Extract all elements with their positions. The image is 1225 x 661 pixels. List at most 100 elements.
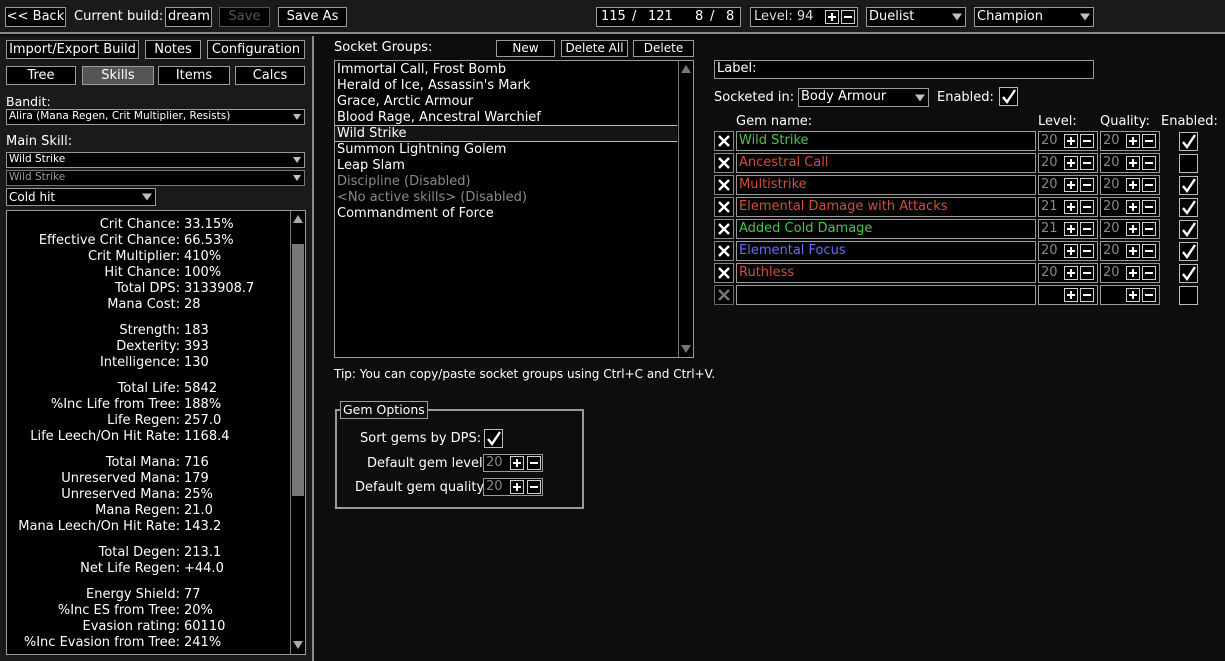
list-item[interactable]: Herald of Ice, Assassin's Mark — [337, 78, 530, 94]
ascendancy-dropdown[interactable]: Champion — [974, 7, 1094, 27]
remove-gem-icon[interactable] — [714, 219, 734, 239]
remove-gem-icon[interactable] — [714, 131, 734, 151]
new-gem-quality-minus-icon[interactable] — [1142, 288, 1156, 302]
gem-quality-minus-icon[interactable] — [1142, 134, 1156, 148]
list-item-disabled[interactable]: Discipline (Disabled) — [337, 174, 471, 190]
new-gem-enabled-checkbox[interactable] — [1179, 286, 1198, 305]
default-level-minus-icon[interactable] — [527, 456, 541, 470]
gem-quality-plus-icon[interactable] — [1126, 222, 1140, 236]
gem-name-input[interactable]: Ruthless — [736, 263, 1036, 283]
new-gem-name-input[interactable] — [736, 285, 1036, 305]
tab-skills[interactable]: Skills — [82, 66, 154, 85]
gem-level-minus-icon[interactable] — [1080, 156, 1094, 170]
level-minus-icon[interactable] — [841, 10, 855, 24]
new-gem-level-minus-icon[interactable] — [1080, 288, 1094, 302]
gem-quality-plus-icon[interactable] — [1126, 178, 1140, 192]
class-dropdown[interactable]: Duelist — [866, 7, 966, 27]
gem-quality-plus-icon[interactable] — [1126, 156, 1140, 170]
scroll-up-icon[interactable] — [293, 215, 303, 223]
remove-gem-icon[interactable] — [714, 285, 734, 305]
stats-scrollbar[interactable] — [290, 211, 305, 654]
list-item[interactable]: Summon Lightning Golem — [337, 142, 506, 158]
new-gem-quality-plus-icon[interactable] — [1126, 288, 1140, 302]
remove-gem-icon[interactable] — [714, 241, 734, 261]
scroll-thumb[interactable] — [292, 244, 304, 496]
sort-gems-checkbox[interactable] — [484, 429, 503, 448]
new-gem-level-plus-icon[interactable] — [1064, 288, 1078, 302]
gem-quality-plus-icon[interactable] — [1126, 200, 1140, 214]
tab-items[interactable]: Items — [158, 66, 230, 85]
sub-skill-dropdown[interactable]: Wild Strike — [6, 170, 305, 186]
gem-enabled-checkbox[interactable] — [1179, 264, 1198, 283]
gem-level-plus-icon[interactable] — [1064, 244, 1078, 258]
list-item[interactable]: Leap Slam — [337, 158, 405, 174]
gem-quality-minus-icon[interactable] — [1142, 178, 1156, 192]
back-button[interactable]: << Back — [5, 7, 66, 27]
gem-level-plus-icon[interactable] — [1064, 134, 1078, 148]
list-item[interactable]: Commandment of Force — [337, 206, 494, 222]
default-quality-minus-icon[interactable] — [527, 480, 541, 494]
remove-gem-icon[interactable] — [714, 263, 734, 283]
gem-enabled-checkbox[interactable] — [1179, 154, 1198, 173]
level-plus-icon[interactable] — [825, 10, 839, 24]
gem-quality-minus-icon[interactable] — [1142, 266, 1156, 280]
list-item[interactable]: Blood Rage, Ancestral Warchief — [337, 110, 541, 126]
list-item[interactable]: Immortal Call, Frost Bomb — [337, 62, 506, 78]
gem-name-input[interactable]: Added Cold Damage — [736, 219, 1036, 239]
save-button[interactable]: Save — [219, 7, 270, 27]
gem-quality-plus-icon[interactable] — [1126, 266, 1140, 280]
gem-level-plus-icon[interactable] — [1064, 266, 1078, 280]
new-group-button[interactable]: New — [496, 40, 555, 57]
gem-level-minus-icon[interactable] — [1080, 222, 1094, 236]
gem-level-minus-icon[interactable] — [1080, 134, 1094, 148]
main-skill-dropdown[interactable]: Wild Strike — [6, 152, 305, 168]
bandit-dropdown[interactable]: Alira (Mana Regen, Crit Multiplier, Resi… — [6, 109, 305, 125]
list-item[interactable]: Grace, Arctic Armour — [337, 94, 473, 110]
gem-enabled-checkbox[interactable] — [1179, 198, 1198, 217]
list-item-selected[interactable]: Wild Strike — [337, 126, 407, 142]
gem-name-input[interactable]: Elemental Focus — [736, 241, 1036, 261]
scroll-down-icon[interactable] — [681, 345, 691, 353]
gem-level-minus-icon[interactable] — [1080, 200, 1094, 214]
remove-gem-icon[interactable] — [714, 175, 734, 195]
gem-enabled-checkbox[interactable] — [1179, 176, 1198, 195]
skill-part-dropdown[interactable]: Cold hit — [6, 188, 156, 206]
gem-enabled-checkbox[interactable] — [1179, 242, 1198, 261]
gem-quality-minus-icon[interactable] — [1142, 200, 1156, 214]
build-name-input[interactable]: dream — [165, 7, 212, 27]
socketed-in-dropdown[interactable]: Body Armour — [798, 88, 929, 107]
remove-gem-icon[interactable] — [714, 153, 734, 173]
save-as-button[interactable]: Save As — [278, 7, 347, 27]
gem-quality-minus-icon[interactable] — [1142, 244, 1156, 258]
list-item-disabled[interactable]: <No active skills> (Disabled) — [337, 190, 527, 206]
gem-quality-minus-icon[interactable] — [1142, 222, 1156, 236]
default-level-plus-icon[interactable] — [510, 456, 524, 470]
gem-level-plus-icon[interactable] — [1064, 178, 1078, 192]
remove-gem-icon[interactable] — [714, 197, 734, 217]
gem-quality-plus-icon[interactable] — [1126, 244, 1140, 258]
gem-quality-plus-icon[interactable] — [1126, 134, 1140, 148]
gem-quality-minus-icon[interactable] — [1142, 156, 1156, 170]
gem-level-minus-icon[interactable] — [1080, 244, 1094, 258]
tab-tree[interactable]: Tree — [6, 66, 76, 85]
gem-level-minus-icon[interactable] — [1080, 178, 1094, 192]
delete-group-button[interactable]: Delete — [633, 40, 694, 57]
delete-all-button[interactable]: Delete All — [561, 40, 628, 57]
import-export-button[interactable]: Import/Export Build — [6, 40, 139, 59]
gem-level-minus-icon[interactable] — [1080, 266, 1094, 280]
default-quality-plus-icon[interactable] — [510, 480, 524, 494]
gem-name-input[interactable]: Ancestral Call — [736, 153, 1036, 173]
gem-name-input[interactable]: Elemental Damage with Attacks — [736, 197, 1036, 217]
tab-calcs[interactable]: Calcs — [235, 66, 305, 85]
group-enabled-checkbox[interactable] — [999, 87, 1018, 106]
gem-level-plus-icon[interactable] — [1064, 200, 1078, 214]
group-label-input[interactable]: Label: — [714, 60, 1094, 79]
gem-enabled-checkbox[interactable] — [1179, 220, 1198, 239]
gem-level-plus-icon[interactable] — [1064, 222, 1078, 236]
gem-name-input[interactable]: Wild Strike — [736, 131, 1036, 151]
gem-enabled-checkbox[interactable] — [1179, 132, 1198, 151]
notes-button[interactable]: Notes — [145, 40, 201, 59]
scroll-down-icon[interactable] — [293, 641, 303, 649]
gem-level-plus-icon[interactable] — [1064, 156, 1078, 170]
gem-name-input[interactable]: Multistrike — [736, 175, 1036, 195]
